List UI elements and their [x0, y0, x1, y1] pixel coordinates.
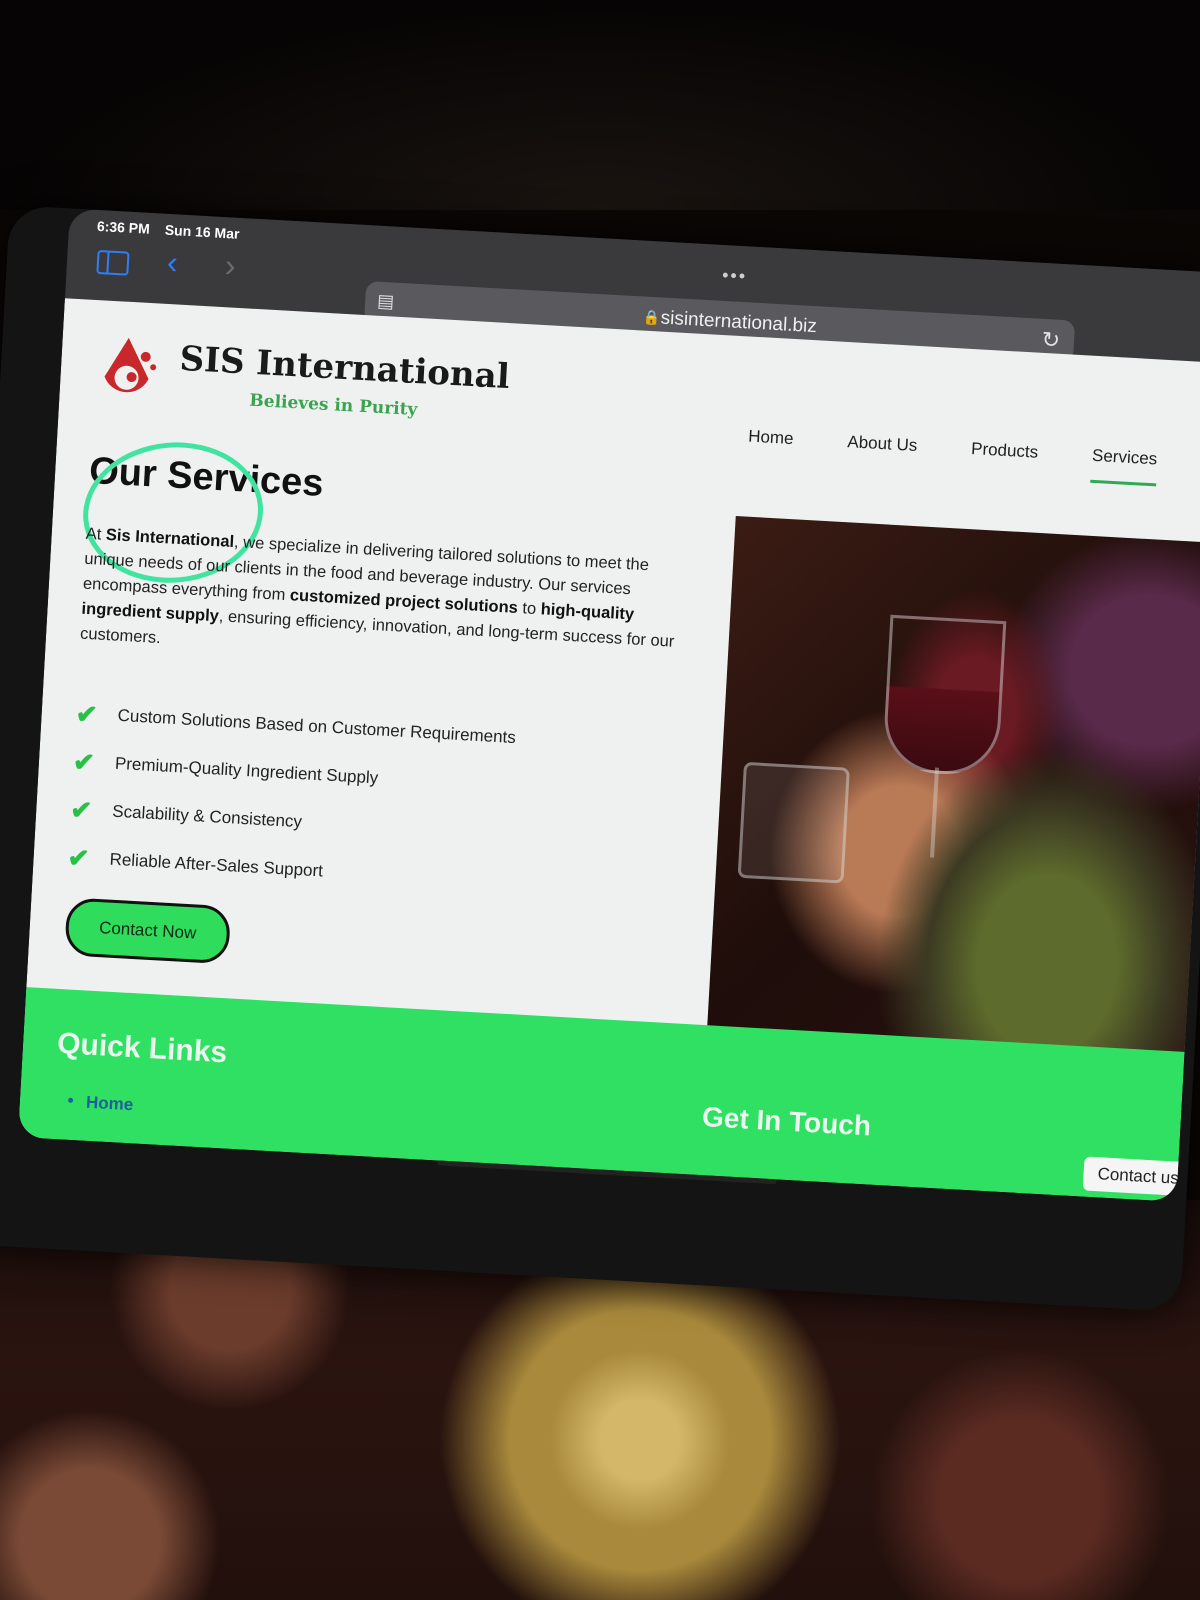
get-in-touch-title: Get In Touch [701, 1101, 872, 1142]
contact-now-button[interactable]: Contact Now [64, 897, 232, 965]
water-glass-shape [737, 761, 850, 884]
lock-icon: 🔒 [642, 308, 661, 326]
brand-name[interactable]: SIS International [179, 339, 511, 397]
dark-background [0, 0, 1200, 210]
web-page: SIS International Believes in Purity Hom… [17, 298, 1200, 1202]
wine-glass-shape [881, 614, 1007, 778]
intro-mid-2: to [517, 598, 542, 619]
feature-text: Premium-Quality Ingredient Supply [114, 753, 379, 788]
bullet-icon [67, 1097, 74, 1103]
status-time: 6:36 PM [96, 217, 151, 237]
contact-us-button[interactable]: Contact us [1082, 1156, 1200, 1198]
nav-services[interactable]: Services [1090, 445, 1158, 487]
nav-products[interactable]: Products [970, 439, 1039, 480]
nav-about-us[interactable]: About Us [846, 432, 918, 473]
wine-glass-stem [930, 767, 940, 858]
check-icon: ✔ [66, 841, 91, 873]
intro-company: Sis International [105, 525, 235, 552]
feature-text: Custom Solutions Based on Customer Requi… [117, 705, 517, 748]
check-icon: ✔ [74, 697, 99, 730]
tabs-overview-icon[interactable]: ▤ [377, 291, 395, 313]
status-date: Sun 16 Mar [164, 221, 240, 242]
more-dots-icon[interactable]: ••• [722, 265, 748, 287]
nav-home[interactable]: Home [747, 427, 794, 466]
tablet-device: 6:36 PM Sun 16 Mar ‹ › ••• ▤ 🔒 sisintern… [0, 205, 1200, 1313]
feature-list: ✔ Custom Solutions Based on Customer Req… [66, 689, 517, 905]
check-icon: ✔ [69, 793, 93, 826]
tablet-screen: 6:36 PM Sun 16 Mar ‹ › ••• ▤ 🔒 sisintern… [17, 208, 1200, 1202]
back-chevron-icon[interactable]: ‹ [166, 244, 179, 282]
brand-tagline: Believes in Purity [248, 390, 418, 421]
sidebar-toggle-icon[interactable] [96, 249, 130, 276]
sis-logo [104, 337, 157, 393]
check-icon: ✔ [72, 745, 96, 778]
dining-photo [706, 515, 1200, 1067]
services-intro: At Sis International, we specialize in d… [79, 522, 685, 680]
feature-text: Reliable After-Sales Support [109, 849, 324, 881]
feature-text: Scalability & Consistency [111, 801, 303, 832]
intro-prefix: At [85, 524, 107, 544]
reload-icon[interactable]: ↻ [1041, 327, 1061, 354]
quick-link-home[interactable]: Home [85, 1093, 134, 1116]
quick-links-title: Quick Links [56, 1026, 228, 1070]
main-nav: Home About Us Products Services [747, 427, 1158, 487]
forward-chevron-icon[interactable]: › [224, 247, 237, 285]
